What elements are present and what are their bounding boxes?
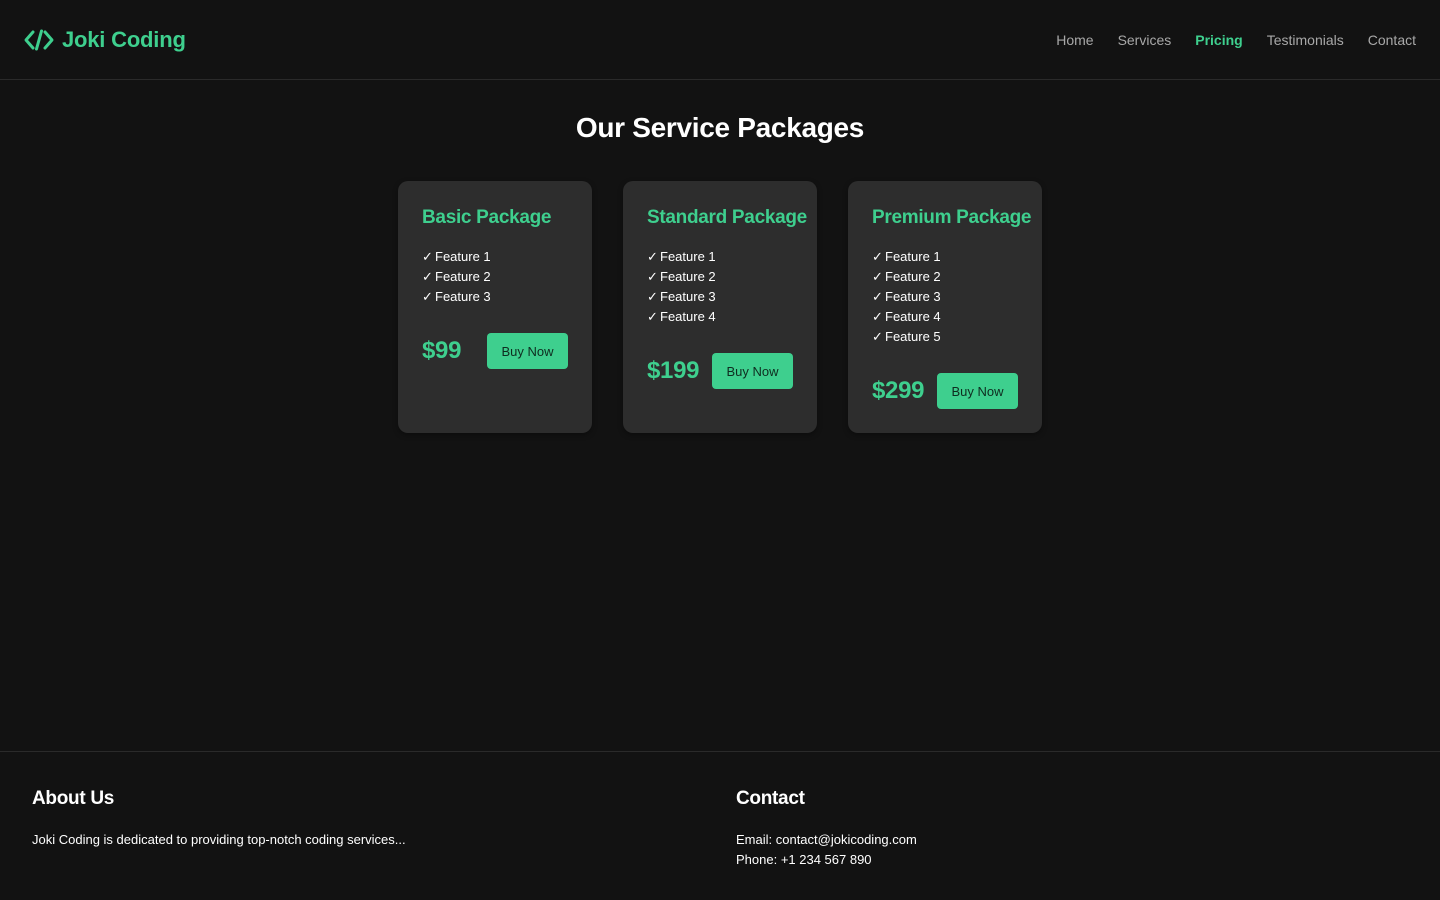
buy-now-button-basic[interactable]: Buy Now <box>487 333 568 369</box>
footer-about-heading: About Us <box>32 788 115 809</box>
package-title: Basic Package <box>422 207 552 228</box>
feature-list: ✓ Feature 1 ✓ Feature 2 ✓ Feature 3 <box>422 247 568 307</box>
feature-label: Feature 3 <box>435 289 491 304</box>
feature-label: Feature 4 <box>885 309 941 324</box>
brand-logo-link[interactable]: Joki Coding <box>24 27 186 53</box>
check-icon: ✓ <box>647 289 658 304</box>
footer-contact-heading: Contact <box>736 788 805 809</box>
site-header: Joki Coding Home Services Pricing Testim… <box>0 0 1440 80</box>
feature-list: ✓ Feature 1 ✓ Feature 2 ✓ Feature 3 ✓ Featur… <box>647 247 793 327</box>
check-icon: ✓ <box>422 269 433 284</box>
price-row: $299 Buy Now <box>872 373 1018 409</box>
feature-label: Feature 2 <box>885 269 941 284</box>
package-price: $299 <box>872 377 925 404</box>
check-icon: ✓ <box>647 269 658 284</box>
package-price: $99 <box>422 337 462 364</box>
check-icon: ✓ <box>872 289 883 304</box>
code-brackets-icon <box>24 29 54 50</box>
feature-item: ✓ Feature 1 <box>422 247 568 267</box>
check-icon: ✓ <box>647 249 658 264</box>
footer-about-section: About Us Joki Coding is dedicated to pro… <box>32 788 406 850</box>
package-card-premium: Premium Package ✓ Feature 1 ✓ Feature 2 ✓ F… <box>848 181 1042 433</box>
main-nav: Home Services Pricing Testimonials Conta… <box>1056 32 1416 48</box>
feature-item: ✓ Feature 3 <box>422 287 568 307</box>
feature-list: ✓ Feature 1 ✓ Feature 2 ✓ Feature 3 ✓ Featur… <box>872 247 1018 347</box>
check-icon: ✓ <box>422 249 433 264</box>
feature-label: Feature 3 <box>660 289 716 304</box>
feature-item: ✓ Feature 4 <box>872 307 1018 327</box>
package-card-standard: Standard Package ✓ Feature 1 ✓ Feature 2 ✓… <box>623 181 817 433</box>
feature-label: Feature 2 <box>660 269 716 284</box>
footer-about-text: Joki Coding is dedicated to providing to… <box>32 832 406 847</box>
feature-label: Feature 4 <box>660 309 716 324</box>
feature-item: ✓ Feature 1 <box>872 247 1018 267</box>
site-footer: About Us Joki Coding is dedicated to pro… <box>0 751 1440 900</box>
feature-item: ✓ Feature 3 <box>872 287 1018 307</box>
check-icon: ✓ <box>872 249 883 264</box>
nav-link-testimonials[interactable]: Testimonials <box>1267 32 1344 48</box>
feature-item: ✓ Feature 3 <box>647 287 793 307</box>
brand-name: Joki Coding <box>62 26 186 52</box>
package-title: Standard Package <box>647 207 807 228</box>
nav-link-services[interactable]: Services <box>1118 32 1172 48</box>
price-row: $99 Buy Now <box>422 333 568 369</box>
nav-link-home[interactable]: Home <box>1056 32 1093 48</box>
check-icon: ✓ <box>872 329 883 344</box>
check-icon: ✓ <box>872 269 883 284</box>
feature-item: ✓ Feature 1 <box>647 247 793 267</box>
feature-item: ✓ Feature 2 <box>422 267 568 287</box>
feature-label: Feature 5 <box>885 329 941 344</box>
price-row: $199 Buy Now <box>647 353 793 389</box>
nav-link-contact[interactable]: Contact <box>1368 32 1416 48</box>
package-card-basic: Basic Package ✓ Feature 1 ✓ Feature 2 ✓ Fea… <box>398 181 592 433</box>
page-title: Our Service Packages <box>575 112 865 143</box>
feature-item: ✓ Feature 2 <box>872 267 1018 287</box>
feature-item: ✓ Feature 4 <box>647 307 793 327</box>
footer-contact-phone: Phone: +1 234 567 890 <box>736 852 872 867</box>
check-icon: ✓ <box>647 309 658 324</box>
check-icon: ✓ <box>422 289 433 304</box>
feature-label: Feature 2 <box>435 269 491 284</box>
footer-contact-email: Email: contact@jokicoding.com <box>736 832 917 847</box>
footer-contact-section: Contact Email: contact@jokicoding.com Ph… <box>736 788 917 870</box>
buy-now-button-standard[interactable]: Buy Now <box>712 353 793 389</box>
feature-item: ✓ Feature 5 <box>872 327 1018 347</box>
feature-label: Feature 1 <box>885 249 941 264</box>
nav-link-pricing[interactable]: Pricing <box>1195 32 1242 48</box>
pricing-cards: Basic Package ✓ Feature 1 ✓ Feature 2 ✓ Fea… <box>398 181 1042 433</box>
feature-item: ✓ Feature 2 <box>647 267 793 287</box>
package-price: $199 <box>647 357 700 384</box>
feature-label: Feature 1 <box>435 249 491 264</box>
page: Joki Coding Home Services Pricing Testim… <box>0 0 1440 900</box>
buy-now-button-premium[interactable]: Buy Now <box>937 373 1018 409</box>
check-icon: ✓ <box>872 309 883 324</box>
package-title: Premium Package <box>872 207 1032 228</box>
feature-label: Feature 1 <box>660 249 716 264</box>
feature-label: Feature 3 <box>885 289 941 304</box>
